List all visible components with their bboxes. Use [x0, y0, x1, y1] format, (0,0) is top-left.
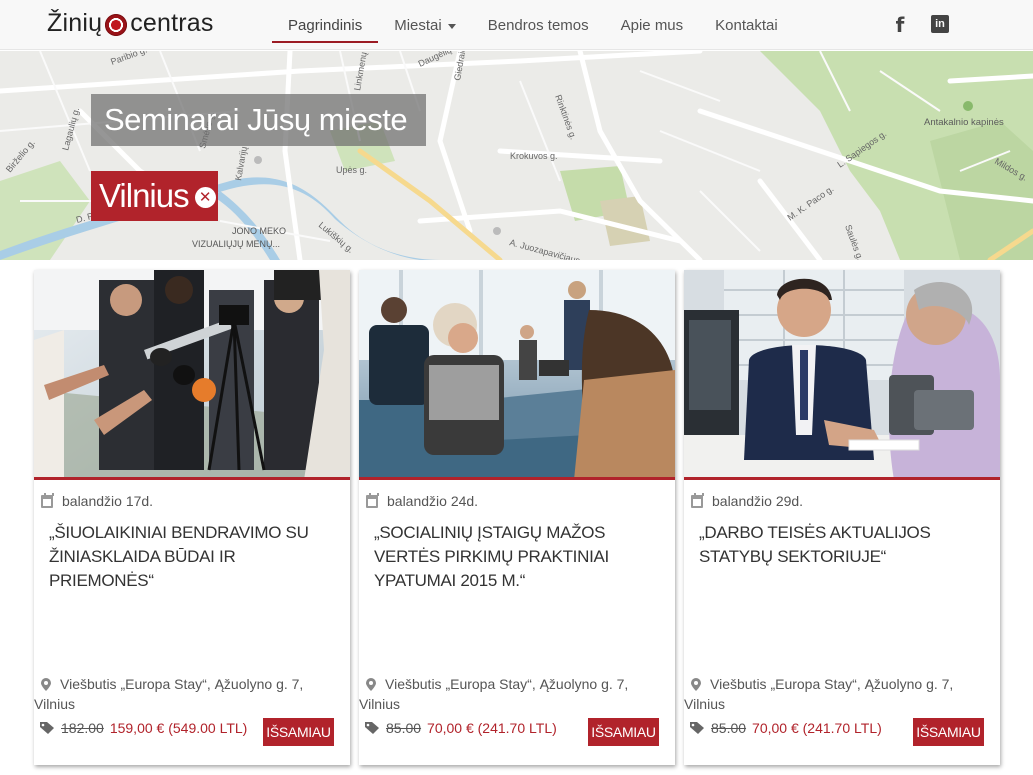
details-button[interactable]: IŠSAMIAU	[588, 718, 659, 746]
map-marker-icon	[41, 678, 51, 691]
details-button[interactable]: IŠSAMIAU	[913, 718, 984, 746]
seminar-location: Viešbutis „Europa Stay“, Ąžuolyno g. 7, …	[684, 674, 984, 714]
seminar-price: 85.00 70,00 € (241.70 LTL)	[690, 720, 882, 736]
svg-text:Antakalnio kapinės: Antakalnio kapinės	[924, 117, 1004, 128]
seminar-location: Viešbutis „Europa Stay“, Ąžuolyno g. 7, …	[359, 674, 659, 714]
seminar-date: balandžio 17d.	[40, 492, 154, 509]
seminar-date: balandžio 29d.	[690, 492, 804, 509]
new-price: 70,00 € (241.70 LTL)	[427, 720, 557, 736]
seminar-date-text: balandžio 24d.	[387, 493, 479, 509]
map-marker-icon	[366, 678, 376, 691]
seminar-location-text: Viešbutis „Europa Stay“, Ąžuolyno g. 7, …	[34, 676, 304, 712]
seminar-date: balandžio 24d.	[365, 492, 479, 509]
seminar-image-office[interactable]	[684, 270, 1000, 480]
city-filter-tag[interactable]: Vilnius ✕	[91, 171, 218, 221]
seminar-date-text: balandžio 29d.	[712, 493, 804, 509]
hero-map-banner: Paribio g. Daugėlių Giedraičių g. Linkme…	[0, 51, 1033, 260]
seminar-card: balandžio 29d. „DARBO TEISĖS AKTUALIJOS …	[684, 270, 1000, 765]
old-price: 85.00	[711, 720, 747, 736]
caret-down-icon	[447, 23, 456, 29]
nav-item-kontaktai[interactable]: Kontaktai	[699, 0, 794, 50]
hero-title: Seminarai Jūsų mieste	[91, 94, 426, 146]
nav-item-apie-mus[interactable]: Apie mus	[605, 0, 700, 50]
facebook-icon[interactable]: f	[892, 13, 908, 37]
tag-icon	[690, 722, 704, 734]
seminar-location-text: Viešbutis „Europa Stay“, Ąžuolyno g. 7, …	[359, 676, 629, 712]
svg-text:VIZUALIŲJŲ MENŲ...: VIZUALIŲJŲ MENŲ...	[192, 239, 280, 249]
old-price: 85.00	[386, 720, 422, 736]
seminar-image-meeting[interactable]	[359, 270, 675, 480]
tag-icon	[40, 722, 54, 734]
brand-name-part2: centras	[130, 9, 214, 37]
brand-name-part1: Žinių	[47, 9, 103, 37]
details-button[interactable]: IŠSAMIAU	[263, 718, 334, 746]
tag-icon	[365, 722, 379, 734]
top-navbar: Žinių centras Pagrindinis Miestai Bendro…	[0, 0, 1033, 50]
nav-item-bendros-temos[interactable]: Bendros temos	[472, 0, 605, 50]
city-map-background: Paribio g. Daugėlių Giedraičių g. Linkme…	[0, 51, 1033, 260]
brand-logo-link[interactable]: Žinių centras	[47, 9, 214, 38]
seminar-title[interactable]: „ŠIUOLAIKINIAI BENDRAVIMO SU ŽINIASKLAID…	[49, 521, 339, 593]
city-name: Vilnius	[99, 177, 190, 214]
close-circle-icon[interactable]: ✕	[194, 186, 216, 208]
seminar-price: 85.00 70,00 € (241.70 LTL)	[365, 720, 557, 736]
calendar-icon	[691, 492, 704, 508]
linkedin-icon[interactable]: in	[931, 15, 949, 33]
seminar-price: 182.00 159,00 € (549.00 LTL)	[40, 720, 247, 736]
main-nav: Pagrindinis Miestai Bendros temos Apie m…	[272, 0, 794, 50]
seminar-location-text: Viešbutis „Europa Stay“, Ąžuolyno g. 7, …	[684, 676, 954, 712]
seminar-title[interactable]: „DARBO TEISĖS AKTUALIJOS STATYBŲ SEKTORI…	[699, 521, 989, 569]
new-price: 70,00 € (241.70 LTL)	[752, 720, 882, 736]
old-price: 182.00	[61, 720, 104, 736]
svg-text:Krokuvos g.: Krokuvos g.	[510, 151, 558, 161]
calendar-icon	[41, 492, 54, 508]
map-marker-icon	[691, 678, 701, 691]
seminar-card: balandžio 24d. „SOCIALINIŲ ĮSTAIGŲ MAŽOS…	[359, 270, 675, 765]
svg-text:JONO MEKO: JONO MEKO	[232, 226, 286, 236]
new-price: 159,00 € (549.00 LTL)	[109, 720, 248, 736]
brand-record-icon	[105, 13, 128, 36]
seminar-title[interactable]: „SOCIALINIŲ ĮSTAIGŲ MAŽOS VERTĖS PIRKIMŲ…	[374, 521, 664, 593]
seminar-date-text: balandžio 17d.	[62, 493, 154, 509]
calendar-icon	[366, 492, 379, 508]
seminar-location: Viešbutis „Europa Stay“, Ąžuolyno g. 7, …	[34, 674, 334, 714]
seminar-image-press[interactable]	[34, 270, 350, 480]
seminar-card: balandžio 17d. „ŠIUOLAIKINIAI BENDRAVIMO…	[34, 270, 350, 765]
nav-item-pagrindinis[interactable]: Pagrindinis	[272, 0, 379, 50]
svg-text:Upės g.: Upės g.	[336, 165, 367, 175]
nav-item-miestai[interactable]: Miestai	[378, 0, 472, 50]
